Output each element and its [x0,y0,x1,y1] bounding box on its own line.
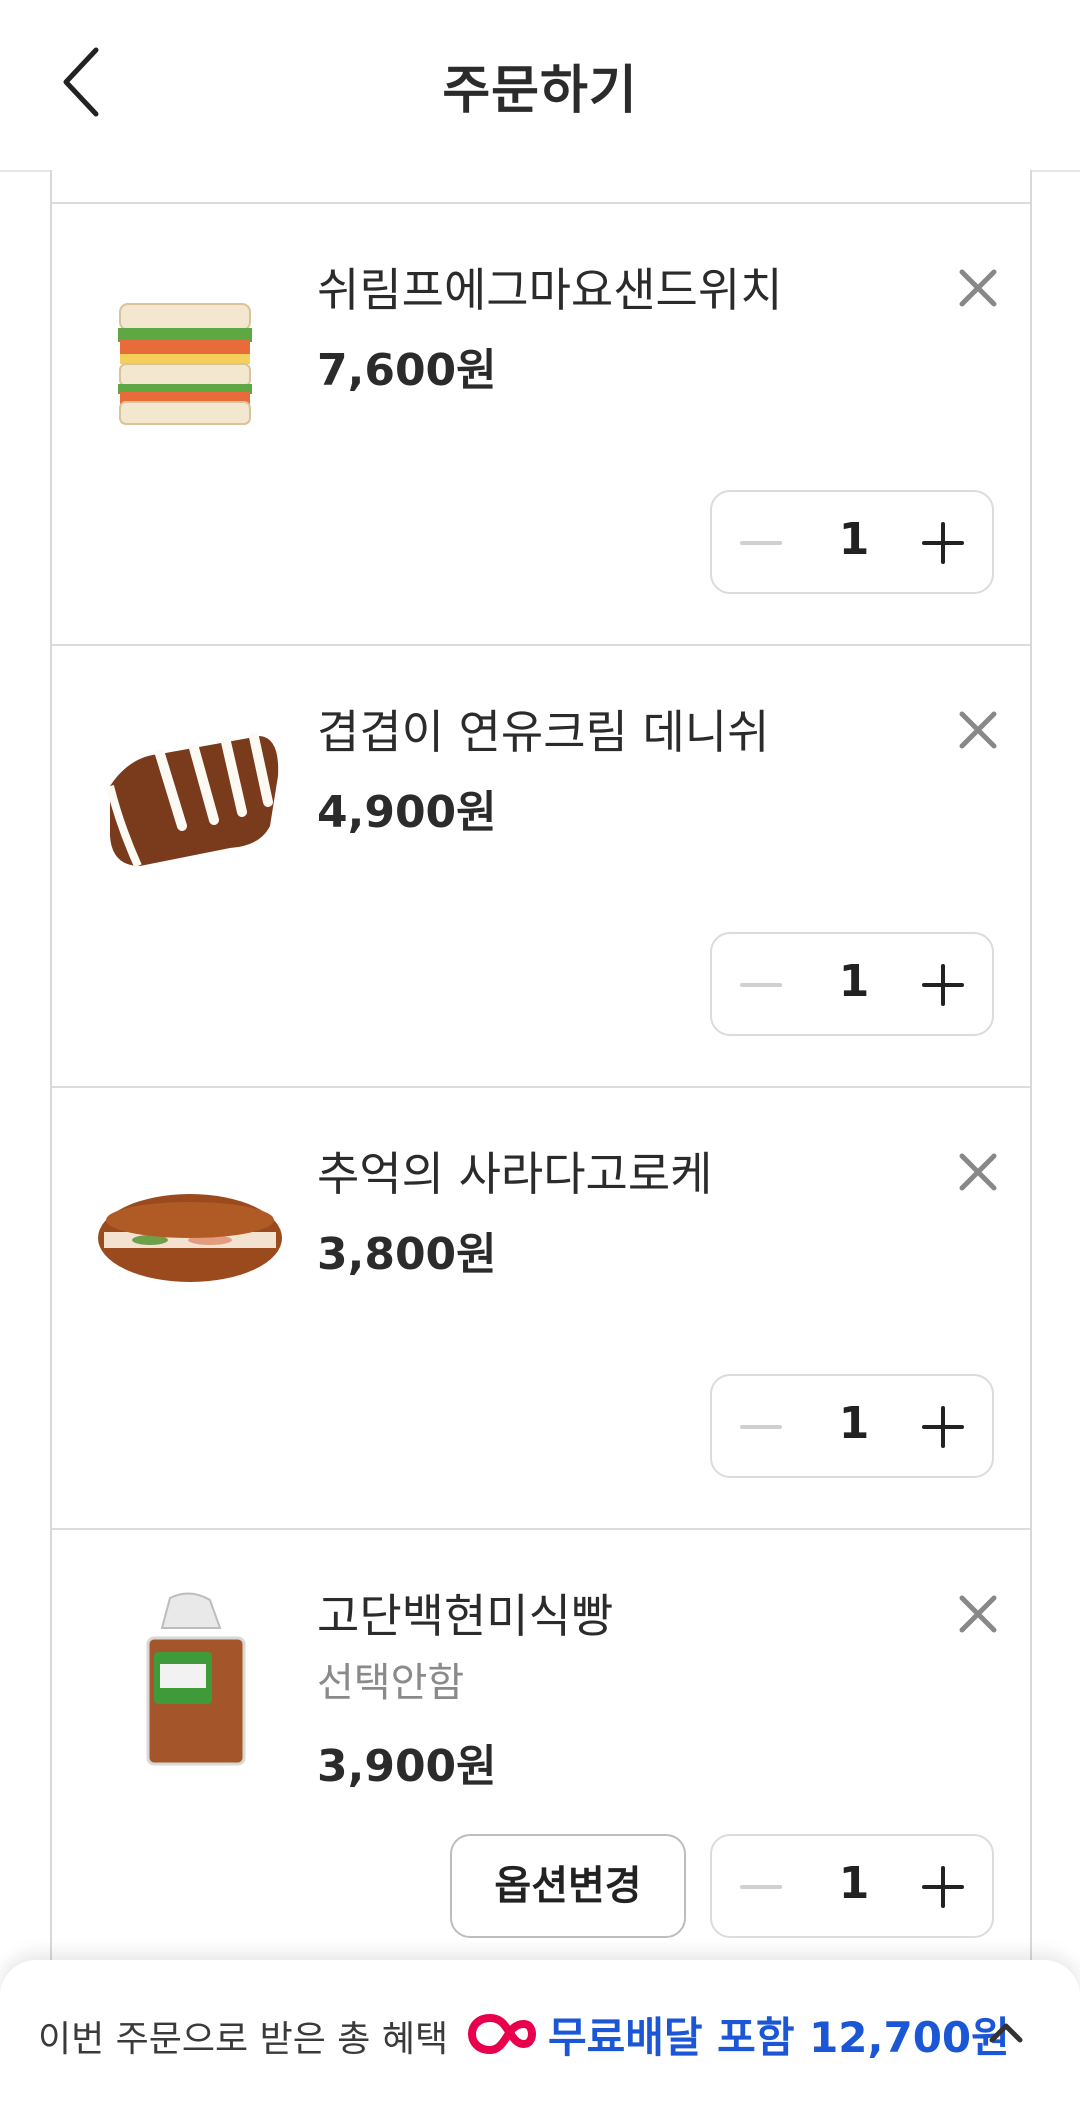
croquette-image [98,1194,282,1282]
item-name: 고단백현미식빵 [317,1589,614,1643]
cart-item: 고단백현미식빵 선택안함 3,900원 옵션변경 1 [52,1528,1030,1972]
quantity-stepper: 1 [710,490,994,594]
cart-item: 추억의 사라다고로케 3,800원 1 [52,1086,1030,1528]
change-option-button[interactable]: 옵션변경 [450,1834,686,1938]
close-icon[interactable] [956,1150,1000,1194]
sandwich-image [118,303,252,425]
plus-icon[interactable] [918,518,968,568]
plus-icon[interactable] [918,1862,968,1912]
cart-item: 쉬림프에그마요샌드위치 7,600원 1 [52,202,1030,644]
item-name: 추억의 사라다고로케 [317,1147,713,1201]
item-price: 4,900원 [317,787,497,838]
item-option: 선택안함 [317,1660,465,1706]
point-logo-icon [468,2014,536,2054]
chevron-up-icon[interactable] [986,2012,1026,2052]
quantity-stepper: 1 [710,1834,994,1938]
close-icon[interactable] [956,708,1000,752]
item-price: 3,800원 [317,1229,497,1280]
cart-item-list[interactable]: 쉬림프에그마요샌드위치 7,600원 1 겹겹이 연유크림 데니쉬 4,900원… [50,170,1032,1972]
danish-bread-image [106,732,279,868]
benefit-label: 이번 주문으로 받은 총 혜택 [38,2019,449,2060]
benefit-value: 무료배달 포함 12,700원 [548,2013,1010,2062]
cart-item: 겹겹이 연유크림 데니쉬 4,900원 1 [52,644,1030,1086]
item-price: 7,600원 [317,345,497,396]
quantity-stepper: 1 [710,932,994,1036]
item-name: 겹겹이 연유크림 데니쉬 [317,705,770,759]
item-name: 쉬림프에그마요샌드위치 [317,263,783,317]
quantity-stepper: 1 [710,1374,994,1478]
header: 주문하기 [0,0,1080,172]
plus-icon[interactable] [918,960,968,1010]
close-icon[interactable] [956,266,1000,310]
close-icon[interactable] [956,1592,1000,1636]
plus-icon[interactable] [918,1402,968,1452]
benefit-summary-bar[interactable]: 이번 주문으로 받은 총 혜택 무료배달 포함 12,700원 [0,1960,1080,2111]
page-title: 주문하기 [442,61,638,121]
item-price: 3,900원 [317,1741,497,1792]
bread-loaf-image [146,1592,246,1766]
